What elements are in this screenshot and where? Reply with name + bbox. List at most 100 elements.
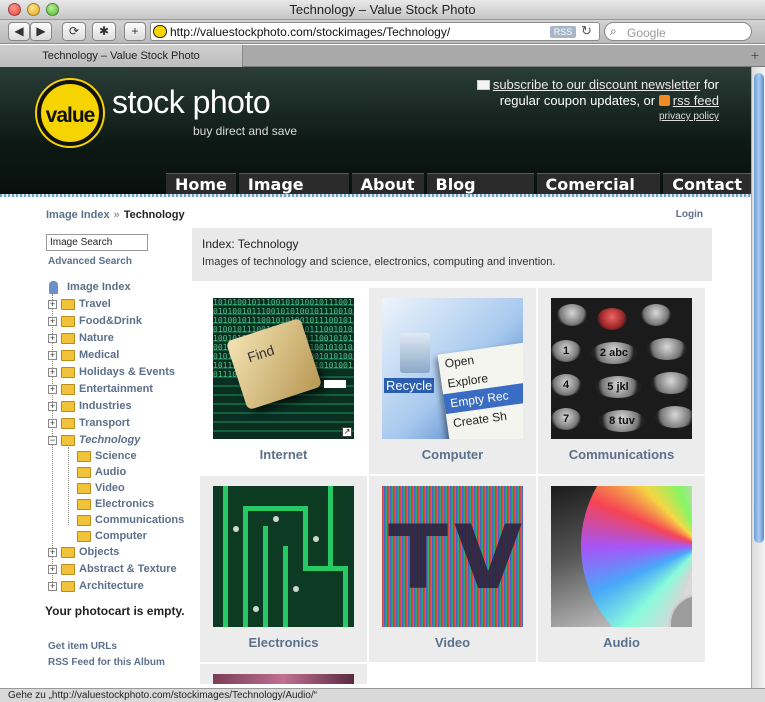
thumb-communications[interactable]: 1 2 abc 4 5 jkl 7 8 tuv Communications — [538, 288, 705, 474]
breadcrumb-image-index[interactable]: Image Index — [46, 209, 110, 221]
nav-image-index[interactable]: Image Index — [238, 173, 349, 216]
folder-icon — [77, 451, 91, 462]
privacy-policy-link[interactable]: privacy policy — [659, 111, 719, 122]
tree-item-label[interactable]: Entertainment — [79, 383, 153, 395]
solder-pad — [273, 516, 279, 522]
search-field[interactable]: ⌕ Google — [604, 22, 752, 41]
electronics-image[interactable] — [213, 486, 354, 627]
tree-item-label[interactable]: Technology — [79, 434, 140, 446]
tree-item-label[interactable]: Medical — [79, 349, 119, 361]
url-text[interactable]: http://valuestockphoto.com/stockimages/T… — [170, 25, 450, 39]
login-link[interactable]: Login — [676, 209, 703, 220]
key-decoration — [655, 406, 692, 428]
browser-toolbar: ◀ ▶ ⟳ ✱ + http://valuestockphoto.com/sto… — [0, 20, 765, 44]
nav-blog-photos[interactable]: Blog Photos — [426, 173, 534, 216]
new-tab-icon[interactable]: + — [751, 47, 759, 63]
tree-item-label[interactable]: Travel — [79, 298, 111, 310]
thumb-label[interactable]: Internet — [200, 447, 367, 462]
expand-icon[interactable]: + — [48, 334, 57, 343]
reload-icon[interactable]: ↻ — [581, 23, 592, 39]
thumb-partial[interactable] — [200, 664, 367, 684]
nav-home[interactable]: Home — [166, 173, 236, 195]
coupon-text: regular coupon updates, or — [499, 93, 656, 108]
main-nav: Home Image Index About Blog Photos Comer… — [166, 173, 751, 216]
rss-feed-link[interactable]: rss feed — [673, 93, 719, 108]
folder-icon — [61, 367, 75, 378]
expand-icon[interactable]: + — [48, 317, 57, 326]
forward-button[interactable]: ▶ — [30, 22, 52, 41]
expand-icon[interactable]: + — [48, 368, 57, 377]
expand-icon[interactable]: + — [48, 300, 57, 309]
thumb-computer[interactable]: Recycle Open Explore Empty Rec Create Sh… — [369, 288, 536, 474]
tree-item-label[interactable]: Objects — [79, 546, 119, 558]
nav-contact[interactable]: Contact — [663, 173, 751, 195]
folder-icon — [77, 483, 91, 494]
thumb-label[interactable]: Audio — [538, 635, 705, 650]
vertical-scrollbar[interactable] — [751, 67, 765, 688]
thumb-label[interactable]: Communications — [538, 447, 705, 462]
thumb-internet[interactable]: 1010100101110010101001011100101010010111… — [200, 288, 367, 474]
nav-about[interactable]: About — [351, 173, 424, 195]
expand-icon[interactable]: + — [48, 419, 57, 428]
computer-image[interactable]: Recycle Open Explore Empty Rec Create Sh — [382, 298, 523, 439]
add-bookmark-button[interactable]: + — [124, 22, 146, 41]
tree-subitem-label[interactable]: Communications — [95, 514, 184, 526]
advanced-search-link[interactable]: Advanced Search — [48, 256, 132, 267]
communications-image[interactable]: 1 2 abc 4 5 jkl 7 8 tuv — [551, 298, 692, 439]
internet-image[interactable]: 1010100101110010101001011100101010010111… — [213, 298, 354, 439]
breadcrumb-separator: » — [113, 209, 120, 221]
folder-icon — [61, 418, 75, 429]
bug-button[interactable]: ✱ — [92, 22, 116, 41]
tree-root-label[interactable]: Image Index — [67, 281, 131, 293]
tree-item-label[interactable]: Architecture — [79, 580, 144, 592]
nav-commercial-use[interactable]: Comercial Use — [536, 173, 661, 216]
thumb-label[interactable]: Computer — [369, 447, 536, 462]
key-4: 4 — [551, 374, 581, 396]
collapse-icon[interactable]: − — [48, 436, 57, 445]
folder-icon — [61, 547, 75, 558]
expand-icon[interactable]: + — [48, 582, 57, 591]
expand-icon[interactable]: + — [48, 351, 57, 360]
rss-badge-button[interactable]: RSS — [550, 26, 576, 38]
circuit-trace — [263, 526, 268, 627]
tree-subitem-label[interactable]: Video — [95, 482, 125, 494]
open-folder-icon — [61, 435, 75, 446]
close-window-button[interactable] — [8, 3, 21, 16]
rss-album-link[interactable]: RSS Feed for this Album — [48, 657, 165, 668]
image-search-input[interactable] — [46, 234, 148, 251]
expand-icon[interactable]: + — [48, 565, 57, 574]
thumb-electronics[interactable]: Electronics — [200, 476, 367, 662]
tree-item-label[interactable]: Food&Drink — [79, 315, 142, 327]
scrollbar-thumb[interactable] — [754, 73, 764, 543]
tab-label: Technology – Value Stock Photo — [42, 50, 200, 62]
zoom-window-button[interactable] — [46, 3, 59, 16]
tree-item-label[interactable]: Abstract & Texture — [79, 563, 177, 575]
thumb-label[interactable]: Electronics — [200, 635, 367, 650]
expand-icon[interactable]: + — [48, 548, 57, 557]
video-image[interactable]: TV — [382, 486, 523, 627]
logo-badge[interactable]: value — [37, 80, 103, 146]
tree-subitem-label[interactable]: Science — [95, 450, 137, 462]
tree-subitem-label[interactable]: Audio — [95, 466, 126, 478]
get-item-urls-link[interactable]: Get item URLs — [48, 641, 117, 652]
partial-image[interactable] — [213, 674, 354, 684]
reload-button[interactable]: ⟳ — [62, 22, 86, 41]
thumb-label[interactable]: Video — [369, 635, 536, 650]
newsletter-link[interactable]: subscribe to our discount newsletter — [493, 77, 700, 92]
minimize-window-button[interactable] — [27, 3, 40, 16]
thumb-video[interactable]: TV Video — [369, 476, 536, 662]
thumb-audio[interactable]: Audio — [538, 476, 705, 662]
tree-subitem-label[interactable]: Computer — [95, 530, 147, 542]
logo-name[interactable]: stock photo — [112, 84, 271, 121]
expand-icon[interactable]: + — [48, 402, 57, 411]
tree-subitem-label[interactable]: Electronics — [95, 498, 154, 510]
tree-item-label[interactable]: Transport — [79, 417, 130, 429]
tree-item-label[interactable]: Holidays & Events — [79, 366, 175, 378]
tree-item-label[interactable]: Nature — [79, 332, 114, 344]
audio-image[interactable] — [551, 486, 692, 627]
expand-icon[interactable]: + — [48, 385, 57, 394]
tree-item-label[interactable]: Industries — [79, 400, 132, 412]
address-bar[interactable]: http://valuestockphoto.com/stockimages/T… — [150, 22, 600, 41]
back-button[interactable]: ◀ — [8, 22, 30, 41]
tab-technology[interactable]: Technology – Value Stock Photo — [0, 45, 243, 67]
